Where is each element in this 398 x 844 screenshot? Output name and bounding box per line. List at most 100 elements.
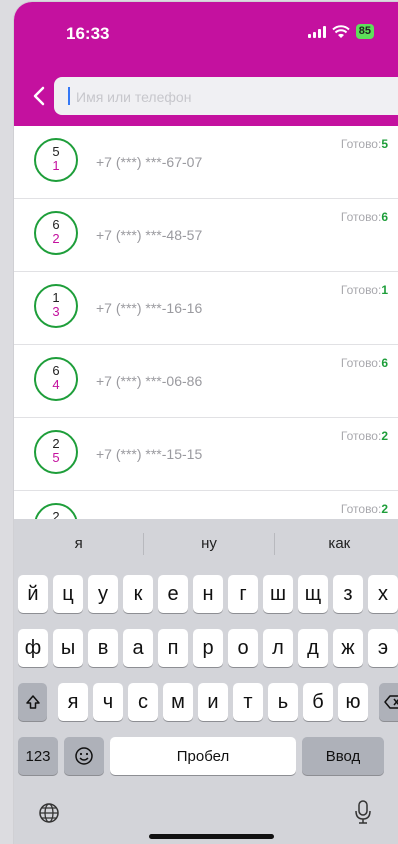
search-field[interactable] bbox=[54, 77, 398, 117]
letter-key[interactable]: ш bbox=[263, 575, 293, 613]
letter-key[interactable]: ы bbox=[53, 629, 83, 667]
status-value: 2 bbox=[381, 502, 388, 516]
suggestion-item[interactable]: ну bbox=[144, 533, 275, 555]
letter-key[interactable]: к bbox=[123, 575, 153, 613]
text-caret bbox=[68, 87, 70, 105]
keyboard: я ну как йцукенгшщзх фывапролджэ ячсмить… bbox=[14, 519, 398, 844]
letter-key[interactable]: н bbox=[193, 575, 223, 613]
letter-key[interactable]: ж bbox=[333, 629, 363, 667]
count-bottom: 4 bbox=[52, 377, 60, 392]
status-ready: Готово:2 bbox=[341, 502, 388, 516]
battery-icon: 85 bbox=[355, 24, 374, 39]
status-label: Готово: bbox=[340, 356, 382, 370]
keyboard-row-4: 123 Пробел Ввод bbox=[14, 737, 398, 775]
letter-key[interactable]: е bbox=[158, 575, 188, 613]
letter-key[interactable]: щ bbox=[298, 575, 328, 613]
status-ready: Готово:6 bbox=[341, 356, 388, 370]
status-value: 1 bbox=[381, 283, 388, 297]
wifi-icon bbox=[332, 24, 350, 38]
device-frame: 16:33 85 5 1 +7 (***) ***-67-07 Готово:5 bbox=[0, 0, 398, 844]
letter-key[interactable]: и bbox=[198, 683, 228, 721]
contact-phone: +7 (***) ***-16-16 bbox=[96, 300, 203, 316]
letter-key[interactable]: т bbox=[233, 683, 263, 721]
letter-key[interactable]: а bbox=[123, 629, 153, 667]
globe-icon[interactable] bbox=[38, 802, 60, 824]
order-count-badge: 2 5 bbox=[34, 430, 78, 474]
contact-row[interactable]: 2 5 +7 (***) ***-15-15 Готово:2 bbox=[14, 418, 398, 491]
back-chevron-icon[interactable] bbox=[32, 86, 46, 106]
status-time: 16:33 bbox=[66, 24, 110, 43]
emoji-icon bbox=[75, 747, 93, 765]
count-top: 1 bbox=[52, 290, 60, 305]
contact-row[interactable]: 5 1 +7 (***) ***-67-07 Готово:5 bbox=[14, 126, 398, 199]
contact-row[interactable]: 6 4 +7 (***) ***-06-86 Готово:6 bbox=[14, 345, 398, 418]
count-bottom: 1 bbox=[52, 158, 60, 173]
letter-key[interactable]: я bbox=[58, 683, 88, 721]
contact-phone: +7 (***) ***-06-86 bbox=[96, 373, 203, 389]
letter-key[interactable]: ч bbox=[93, 683, 123, 721]
count-top: 6 bbox=[52, 363, 60, 378]
letter-keys: ячсмитьбю bbox=[58, 683, 368, 721]
order-count-badge: 1 3 bbox=[34, 284, 78, 328]
search-input[interactable] bbox=[74, 77, 398, 117]
keyboard-row-3: ячсмитьбю bbox=[14, 683, 398, 721]
status-value: 6 bbox=[381, 210, 388, 224]
letter-key[interactable]: э bbox=[368, 629, 398, 667]
letter-key[interactable]: в bbox=[88, 629, 118, 667]
letter-key[interactable]: с bbox=[128, 683, 158, 721]
letter-key[interactable]: л bbox=[263, 629, 293, 667]
backspace-key[interactable] bbox=[379, 683, 398, 721]
phone-screen: 16:33 85 5 1 +7 (***) ***-67-07 Готово:5 bbox=[14, 2, 398, 844]
status-icons: 85 bbox=[307, 24, 374, 39]
status-ready: Готово:5 bbox=[341, 137, 388, 151]
count-top: 5 bbox=[52, 144, 60, 159]
letter-key[interactable]: у bbox=[88, 575, 118, 613]
letter-key[interactable]: х bbox=[368, 575, 398, 613]
shift-key[interactable] bbox=[18, 683, 47, 721]
header: 16:33 85 bbox=[14, 2, 398, 126]
letter-key[interactable]: г bbox=[228, 575, 258, 613]
numbers-key[interactable]: 123 bbox=[18, 737, 58, 775]
letter-key[interactable]: ю bbox=[338, 683, 368, 721]
count-top: 6 bbox=[52, 217, 60, 232]
letter-key[interactable]: й bbox=[18, 575, 48, 613]
emoji-key[interactable] bbox=[64, 737, 104, 775]
letter-key[interactable]: б bbox=[303, 683, 333, 721]
letter-key[interactable]: п bbox=[158, 629, 188, 667]
keyboard-row-1: йцукенгшщзх bbox=[14, 575, 398, 613]
backspace-icon bbox=[383, 695, 398, 709]
letter-key[interactable]: о bbox=[228, 629, 258, 667]
letter-key[interactable]: ц bbox=[53, 575, 83, 613]
contact-phone: +7 (***) ***-15-15 bbox=[96, 446, 203, 462]
status-label: Готово: bbox=[340, 502, 382, 516]
contact-row[interactable]: 6 2 +7 (***) ***-48-57 Готово:6 bbox=[14, 199, 398, 272]
letter-key[interactable]: ь bbox=[268, 683, 298, 721]
space-key[interactable]: Пробел bbox=[110, 737, 296, 775]
order-count-badge: 6 4 bbox=[34, 357, 78, 401]
suggestion-bar: я ну как bbox=[14, 519, 398, 569]
status-label: Готово: bbox=[340, 137, 382, 151]
status-label: Готово: bbox=[340, 283, 382, 297]
letter-key[interactable]: м bbox=[163, 683, 193, 721]
status-value: 2 bbox=[381, 429, 388, 443]
signal-icon bbox=[307, 25, 326, 38]
suggestion-item[interactable]: я bbox=[14, 533, 145, 555]
order-count-badge: 6 2 bbox=[34, 211, 78, 255]
status-value: 6 bbox=[381, 356, 388, 370]
contact-row[interactable]: 1 3 +7 (***) ***-16-16 Готово:1 bbox=[14, 272, 398, 345]
count-bottom: 5 bbox=[52, 450, 60, 465]
letter-key[interactable]: з bbox=[333, 575, 363, 613]
letter-key[interactable]: д bbox=[298, 629, 328, 667]
suggestion-item[interactable]: как bbox=[275, 533, 398, 555]
return-key[interactable]: Ввод bbox=[302, 737, 384, 775]
status-ready: Готово:2 bbox=[341, 429, 388, 443]
order-count-badge: 5 1 bbox=[34, 138, 78, 182]
letter-key[interactable]: р bbox=[193, 629, 223, 667]
contact-phone: +7 (***) ***-67-07 bbox=[96, 154, 203, 170]
home-indicator bbox=[149, 834, 274, 839]
status-label: Готово: bbox=[340, 429, 382, 443]
microphone-icon[interactable] bbox=[354, 799, 372, 825]
status-ready: Готово:6 bbox=[341, 210, 388, 224]
status-value: 5 bbox=[381, 137, 388, 151]
letter-key[interactable]: ф bbox=[18, 629, 48, 667]
